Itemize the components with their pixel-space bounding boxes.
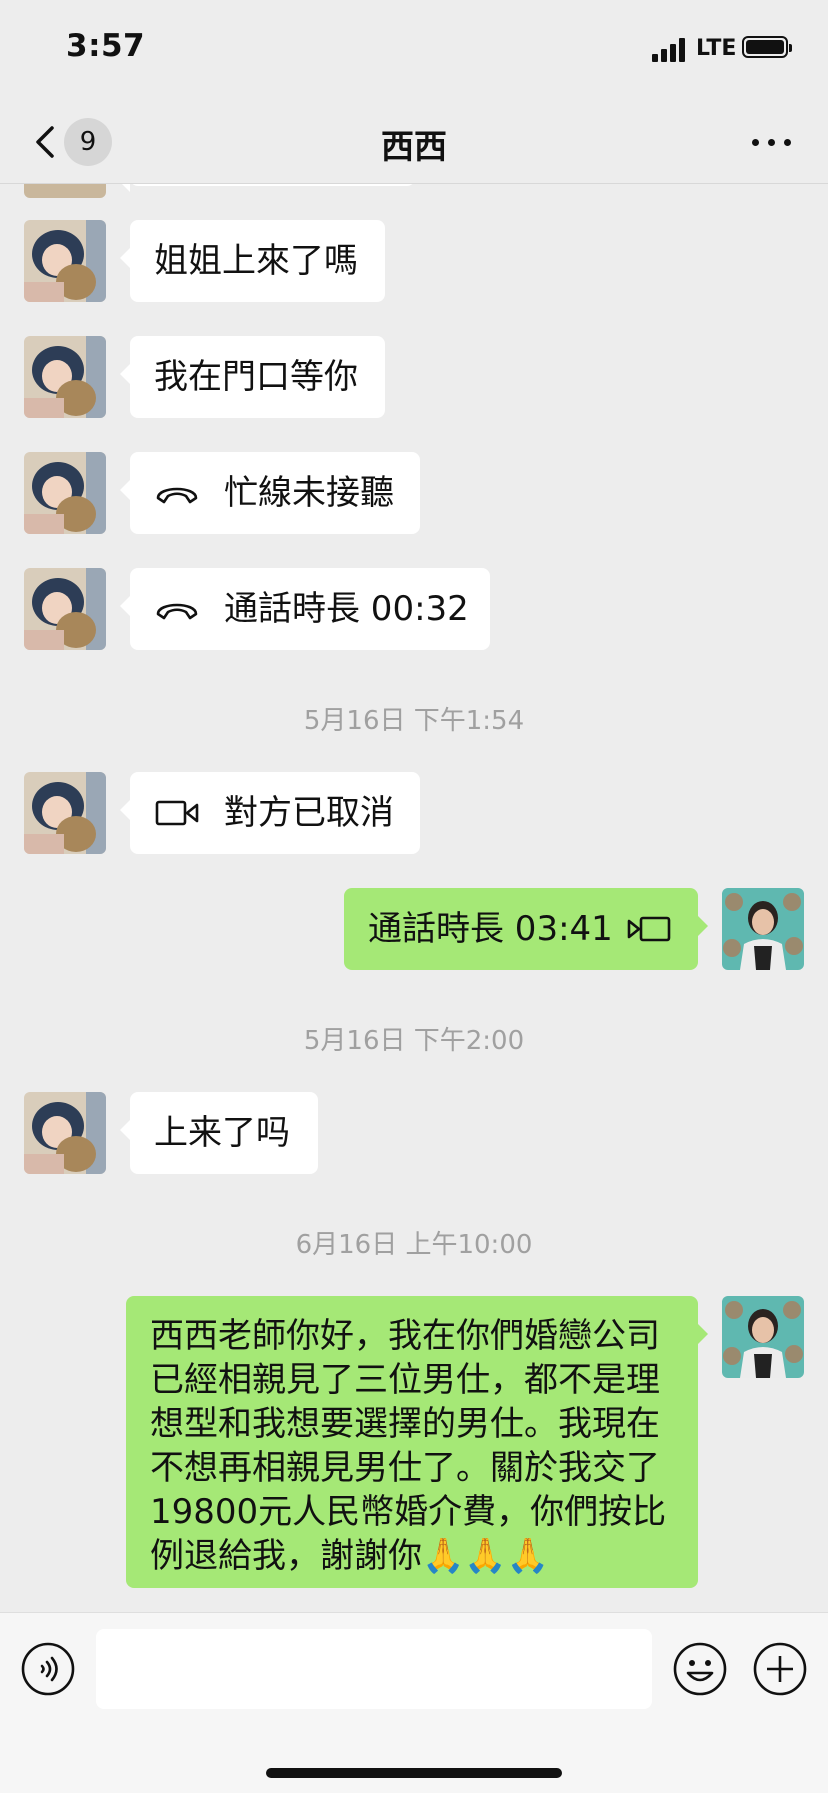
message-text: 姐姐上來了嗎 <box>154 241 358 281</box>
message-timestamp: 5月16日 下午2:00 <box>303 1026 525 1056</box>
status-bar: 3:57 LTE <box>0 0 828 100</box>
contact-avatar[interactable] <box>24 220 106 302</box>
home-indicator[interactable] <box>266 1768 562 1778</box>
call-duration-text: 通話時長 00:32 <box>224 589 469 629</box>
status-time: 3:57 <box>66 28 146 64</box>
message-input-bar <box>0 1612 828 1793</box>
phone-hangup-icon <box>156 603 198 620</box>
call-record-bubble[interactable]: 忙線未接聽 <box>120 452 420 534</box>
chat-title: 西西 <box>381 127 447 166</box>
user-avatar[interactable] <box>722 1296 804 1378</box>
chat-header: 9 西西 <box>0 100 828 184</box>
video-call-icon <box>627 916 671 942</box>
contact-avatar[interactable] <box>24 1092 106 1174</box>
call-status-text: 對方已取消 <box>224 793 394 833</box>
message-bubble[interactable]: 姐姐上來了嗎 <box>120 220 385 302</box>
contact-avatar[interactable] <box>24 184 106 198</box>
message-text: 西西老師你好，我在你們婚戀公司已經相親見了三位男仕，都不是理想型和我想要選擇的男… <box>150 1316 667 1576</box>
battery-icon <box>742 36 792 58</box>
signal-strength-icon <box>652 38 688 62</box>
message-bubble-partial <box>120 184 415 192</box>
message-text: 上来了吗 <box>154 1113 290 1153</box>
call-record-bubble[interactable]: 通話時長 03:41 <box>344 888 708 970</box>
message-timestamp: 5月16日 下午1:54 <box>303 706 525 736</box>
contact-avatar[interactable] <box>24 568 106 650</box>
message-bubble[interactable]: 上来了吗 <box>120 1092 318 1174</box>
video-call-icon <box>155 800 199 826</box>
contact-avatar[interactable] <box>24 336 106 418</box>
contact-avatar[interactable] <box>24 772 106 854</box>
message-list[interactable]: 姐姐上來了嗎 我在門口等你 忙線未接聽 通話時長 00:32 5月16日 下午1… <box>0 184 828 1612</box>
voice-input-icon[interactable] <box>20 1641 76 1697</box>
message-input[interactable] <box>96 1629 652 1709</box>
user-avatar[interactable] <box>722 888 804 970</box>
network-type: LTE <box>696 36 737 61</box>
plus-icon[interactable] <box>752 1641 808 1697</box>
call-record-bubble[interactable]: 對方已取消 <box>120 772 420 854</box>
more-options-button[interactable] <box>748 124 798 160</box>
contact-avatar[interactable] <box>24 452 106 534</box>
call-duration-text: 通話時長 03:41 <box>368 909 613 949</box>
call-status-text: 忙線未接聽 <box>224 473 394 513</box>
call-record-bubble[interactable]: 通話時長 00:32 <box>120 568 490 650</box>
message-bubble[interactable]: 西西老師你好，我在你們婚戀公司已經相親見了三位男仕，都不是理想型和我想要選擇的男… <box>126 1296 708 1588</box>
phone-hangup-icon <box>156 487 198 504</box>
message-bubble[interactable]: 我在門口等你 <box>120 336 385 418</box>
message-text: 我在門口等你 <box>154 357 358 397</box>
message-timestamp: 6月16日 上午10:00 <box>295 1230 533 1260</box>
emoji-icon[interactable] <box>672 1641 728 1697</box>
